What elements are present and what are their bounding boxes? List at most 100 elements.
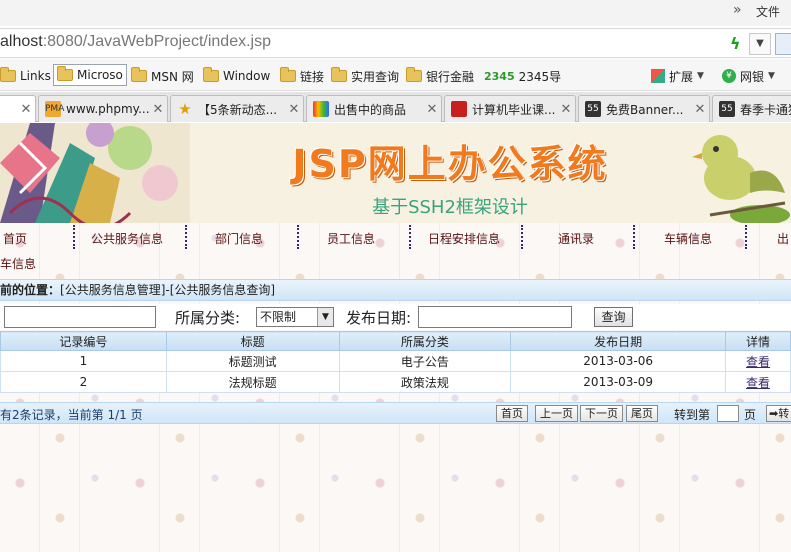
nav-schedule[interactable]: 日程安排信息	[428, 230, 500, 247]
file-menu[interactable]: 文件	[756, 3, 780, 20]
phpmyadmin-icon: PMA	[45, 101, 64, 117]
table-row: 1 标题测试 电子公告 2013-03-06 查看	[0, 350, 791, 372]
speed-mode-icon[interactable]: ϟ	[730, 34, 741, 53]
bookmark-windows[interactable]: Window	[203, 66, 270, 86]
table-header-row: 记录编号 标题 所属分类 发布日期 详情	[0, 331, 791, 351]
tab-phpmyadmin[interactable]: PMA www.phpmy... ✕	[38, 95, 168, 122]
online-bank-button[interactable]: ¥ 网银 ▼	[722, 66, 775, 86]
close-icon[interactable]: ✕	[285, 102, 303, 117]
decorative-bird-image	[692, 135, 790, 223]
breadcrumb-label: 前的位置：	[0, 283, 61, 297]
close-icon[interactable]: ✕	[149, 102, 167, 117]
url-host: alhost	[0, 33, 43, 50]
close-icon[interactable]: ✕	[423, 102, 441, 117]
go-button[interactable]: ➡转	[766, 405, 791, 422]
header-detail: 详情	[725, 331, 791, 351]
results-table: 记录编号 标题 所属分类 发布日期 详情 1 标题测试 电子公告 2013-03…	[0, 331, 791, 393]
date-label: 发布日期:	[346, 309, 412, 327]
cell-publish-date: 2013-03-06	[510, 350, 727, 372]
cell-title: 标题测试	[165, 350, 340, 372]
category-select[interactable]: 不限制 ▼	[256, 307, 334, 327]
query-button[interactable]: 查询	[594, 307, 633, 327]
cell-record-id: 1	[0, 350, 167, 372]
nav-more[interactable]: 出	[777, 230, 789, 247]
bookmark-microsoft[interactable]: Microso	[53, 64, 127, 86]
date-input[interactable]	[418, 306, 572, 328]
bank-icon: ¥	[722, 69, 736, 83]
nav-separator	[297, 225, 299, 249]
folder-icon	[131, 67, 147, 82]
category-label: 所属分类:	[175, 309, 241, 327]
side-button[interactable]	[775, 33, 791, 55]
nav-vehicle[interactable]: 车辆信息	[664, 230, 712, 247]
close-icon[interactable]: ✕	[17, 102, 35, 117]
page-unit-label: 页	[744, 408, 757, 422]
address-dropdown-icon[interactable]: ▼	[749, 33, 771, 55]
last-page-button[interactable]: 尾页	[626, 405, 658, 422]
nav-separator	[745, 225, 747, 249]
bookmark-bank-finance[interactable]: 银行金融	[406, 66, 474, 86]
caret-down-icon: ▼	[697, 71, 704, 81]
bookmark-links[interactable]: Links	[0, 66, 51, 86]
view-link[interactable]: 查看	[746, 376, 770, 390]
nav-department[interactable]: 部门信息	[215, 230, 263, 247]
site-icon	[451, 101, 467, 117]
shop-icon	[313, 101, 329, 117]
nav-public-service[interactable]: 公共服务信息	[91, 230, 163, 247]
nav-vehicle-info[interactable]: 车信息	[0, 255, 36, 272]
view-link[interactable]: 查看	[746, 355, 770, 369]
nav-home[interactable]: 首页	[3, 230, 27, 247]
page-content: JSP网上办公系统 基于SSH2框架设计 首页 公共服务信息 部门信息 员工信息…	[0, 123, 791, 552]
more-chevron-icon[interactable]: »	[733, 2, 742, 18]
nav-employee[interactable]: 员工信息	[327, 230, 375, 247]
close-icon[interactable]: ✕	[557, 102, 575, 117]
next-page-button[interactable]: 下一页	[580, 405, 623, 422]
table-row: 2 法规标题 政策法规 2013-03-09 查看	[0, 371, 791, 393]
2345-icon: 2345	[484, 69, 515, 83]
bookmark-msn[interactable]: MSN 网	[131, 66, 194, 86]
header-title: 标题	[165, 331, 340, 351]
header-category: 所属分类	[338, 331, 512, 351]
url-text[interactable]: alhost:8080/JavaWebProject/index.jsp	[0, 33, 271, 51]
prev-page-button[interactable]: 上一页	[535, 405, 578, 422]
tab-banner[interactable]: 55 免费Banner... ✕	[578, 95, 710, 122]
nav-contacts[interactable]: 通讯录	[558, 230, 594, 247]
tab-current[interactable]: ✕	[0, 95, 36, 122]
close-icon[interactable]: ✕	[691, 102, 709, 117]
system-subtitle: 基于SSH2框架设计	[372, 197, 528, 218]
nav-separator	[633, 225, 635, 249]
folder-icon	[57, 66, 73, 81]
main-nav: 首页 公共服务信息 部门信息 员工信息 日程安排信息 通讯录 车辆信息 出	[0, 223, 791, 253]
extensions-button[interactable]: 扩展 ▼	[651, 66, 704, 86]
cell-category: 电子公告	[338, 350, 512, 372]
cell-title: 法规标题	[165, 371, 340, 393]
address-bar[interactable]: alhost:8080/JavaWebProject/index.jsp ϟ ▼	[0, 28, 791, 58]
cell-publish-date: 2013-03-09	[510, 371, 727, 393]
header-record-id: 记录编号	[0, 331, 167, 351]
page-number-input[interactable]	[717, 405, 739, 422]
55-icon: 55	[585, 101, 601, 117]
star-icon: ★	[178, 100, 192, 118]
decorative-tree-image	[0, 123, 190, 223]
cell-detail: 查看	[725, 350, 791, 372]
bookmark-2345[interactable]: 2345 2345导	[484, 66, 561, 86]
url-path: :8080/JavaWebProject/index.jsp	[42, 33, 271, 50]
first-page-button[interactable]: 首页	[496, 405, 528, 422]
tab-cartoon-pig[interactable]: 55 春季卡通猪	[712, 95, 791, 122]
caret-down-icon: ▼	[768, 71, 775, 81]
tab-strip: ✕ PMA www.phpmy... ✕ ★ 【5条新动态... ✕ 出售中的商…	[0, 92, 791, 122]
browser-title-strip: » 文件	[0, 0, 791, 26]
bookmark-links-cn[interactable]: 链接	[280, 66, 324, 86]
tab-graduation[interactable]: 计算机毕业课... ✕	[444, 95, 576, 122]
goto-label: 转到第	[674, 408, 711, 422]
55-icon: 55	[719, 101, 735, 117]
site-banner: JSP网上办公系统 基于SSH2框架设计	[0, 123, 791, 223]
tab-news[interactable]: ★ 【5条新动态... ✕	[170, 95, 304, 122]
system-title: JSP网上办公系统	[292, 142, 608, 186]
bookmark-useful-query[interactable]: 实用查询	[331, 66, 399, 86]
breadcrumb: 前的位置：[公共服务信息管理]-[公共服务信息查询]	[0, 279, 791, 301]
keyword-input[interactable]	[4, 306, 156, 328]
record-count-info: 有2条记录，当前第 1/1 页	[0, 408, 143, 422]
tab-products[interactable]: 出售中的商品 ✕	[306, 95, 442, 122]
nav-separator	[409, 225, 411, 249]
